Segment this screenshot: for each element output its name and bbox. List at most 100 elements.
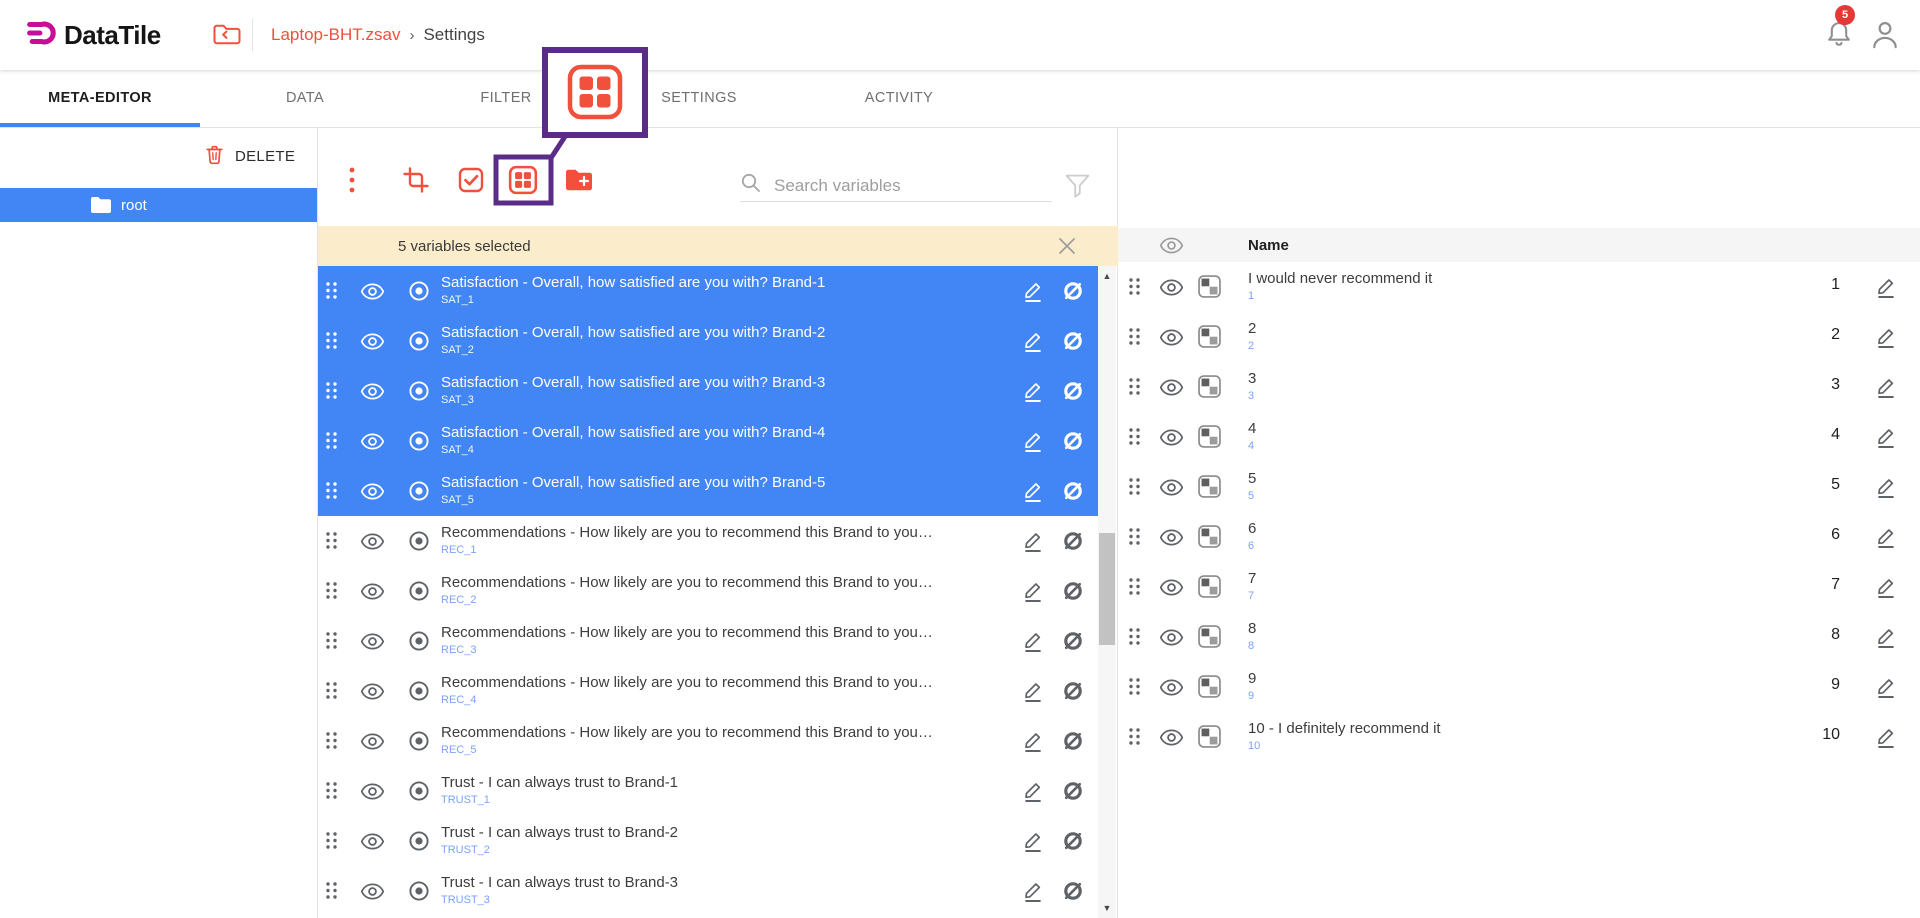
drag-handle-icon[interactable]: [325, 731, 338, 755]
edit-pencil-icon[interactable]: [1023, 880, 1043, 908]
answer-row[interactable]: 2 2 2: [1118, 312, 1920, 362]
not-used-slash-icon[interactable]: [1062, 730, 1084, 757]
answer-row[interactable]: 6 6 6: [1118, 512, 1920, 562]
variable-row[interactable]: Recommendations - How likely are you to …: [318, 616, 1098, 666]
select-checkbox-icon[interactable]: [457, 166, 485, 194]
drag-handle-icon[interactable]: [1128, 577, 1141, 601]
visibility-eye-icon[interactable]: [1159, 628, 1184, 652]
visibility-eye-icon[interactable]: [360, 682, 385, 706]
drag-handle-icon[interactable]: [325, 881, 338, 905]
user-profile-icon[interactable]: [1869, 18, 1901, 57]
visibility-eye-icon[interactable]: [360, 382, 385, 406]
not-used-slash-icon[interactable]: [1062, 630, 1084, 657]
variable-row[interactable]: Recommendations - How likely are you to …: [318, 666, 1098, 716]
drag-handle-icon[interactable]: [325, 531, 338, 555]
answer-row[interactable]: 5 5 5: [1118, 462, 1920, 512]
edit-pencil-icon[interactable]: [1023, 280, 1043, 308]
sidebar-item-root[interactable]: root: [0, 188, 317, 222]
filter-funnel-icon[interactable]: [1064, 172, 1091, 204]
edit-pencil-icon[interactable]: [1023, 580, 1043, 608]
answer-row[interactable]: 3 3 3: [1118, 362, 1920, 412]
answer-row[interactable]: 9 9 9: [1118, 662, 1920, 712]
tab-activity[interactable]: ACTIVITY: [865, 70, 933, 127]
breadcrumb-file[interactable]: Laptop-BHT.zsav: [271, 25, 400, 45]
answer-row[interactable]: 7 7 7: [1118, 562, 1920, 612]
visibility-eye-icon[interactable]: [360, 482, 385, 506]
scroll-down-arrow[interactable]: ▼: [1098, 900, 1116, 916]
edit-pencil-icon[interactable]: [1876, 576, 1896, 604]
tab-data[interactable]: DATA: [286, 70, 324, 127]
edit-pencil-icon[interactable]: [1023, 430, 1043, 458]
drag-handle-icon[interactable]: [325, 381, 338, 405]
visibility-eye-icon[interactable]: [360, 732, 385, 756]
drag-handle-icon[interactable]: [1128, 727, 1141, 751]
scroll-up-arrow[interactable]: ▲: [1098, 268, 1116, 284]
edit-pencil-icon[interactable]: [1876, 276, 1896, 304]
drag-handle-icon[interactable]: [1128, 627, 1141, 651]
not-used-slash-icon[interactable]: [1062, 530, 1084, 557]
edit-pencil-icon[interactable]: [1876, 726, 1896, 754]
tab-filter[interactable]: FILTER: [480, 70, 531, 127]
visibility-eye-icon[interactable]: [360, 282, 385, 306]
crop-icon[interactable]: [402, 166, 430, 194]
drag-handle-icon[interactable]: [1128, 527, 1141, 551]
variable-row[interactable]: Recommendations - How likely are you to …: [318, 566, 1098, 616]
not-used-slash-icon[interactable]: [1062, 580, 1084, 607]
drag-handle-icon[interactable]: [325, 631, 338, 655]
answer-row[interactable]: 10 - I definitely recommend it 10 10: [1118, 712, 1920, 762]
not-used-slash-icon[interactable]: [1062, 780, 1084, 807]
edit-pencil-icon[interactable]: [1876, 526, 1896, 554]
variable-row[interactable]: Trust - I can always trust to Brand-3 TR…: [318, 866, 1098, 916]
drag-handle-icon[interactable]: [325, 331, 338, 355]
visibility-eye-icon[interactable]: [1159, 278, 1184, 302]
edit-pencil-icon[interactable]: [1876, 676, 1896, 704]
visibility-eye-icon[interactable]: [360, 582, 385, 606]
visibility-eye-icon[interactable]: [1159, 528, 1184, 552]
variable-row[interactable]: Trust - I can always trust to Brand-1 TR…: [318, 766, 1098, 816]
visibility-eye-icon[interactable]: [360, 632, 385, 656]
edit-pencil-icon[interactable]: [1876, 326, 1896, 354]
edit-pencil-icon[interactable]: [1023, 330, 1043, 358]
drag-handle-icon[interactable]: [1128, 377, 1141, 401]
visibility-eye-icon[interactable]: [360, 782, 385, 806]
edit-pencil-icon[interactable]: [1023, 680, 1043, 708]
datatile-logo[interactable]: DataTile: [22, 16, 161, 55]
drag-handle-icon[interactable]: [325, 481, 338, 505]
drag-handle-icon[interactable]: [325, 831, 338, 855]
drag-handle-icon[interactable]: [1128, 477, 1141, 501]
answer-row[interactable]: 4 4 4: [1118, 412, 1920, 462]
edit-pencil-icon[interactable]: [1876, 426, 1896, 454]
visibility-eye-icon[interactable]: [360, 432, 385, 456]
variable-row[interactable]: Satisfaction - Overall, how satisfied ar…: [318, 266, 1098, 316]
not-used-slash-icon[interactable]: [1062, 880, 1084, 907]
drag-handle-icon[interactable]: [1128, 677, 1141, 701]
drag-handle-icon[interactable]: [1128, 277, 1141, 301]
variables-scrollbar[interactable]: ▲ ▼: [1098, 266, 1116, 918]
delete-button[interactable]: DELETE: [205, 143, 295, 170]
drag-handle-icon[interactable]: [325, 781, 338, 805]
add-folder-icon[interactable]: [564, 168, 594, 193]
edit-pencil-icon[interactable]: [1876, 626, 1896, 654]
visibility-eye-icon[interactable]: [1159, 236, 1184, 260]
drag-handle-icon[interactable]: [1128, 327, 1141, 351]
visibility-eye-icon[interactable]: [360, 332, 385, 356]
tab-settings[interactable]: SETTINGS: [661, 70, 737, 127]
not-used-slash-icon[interactable]: [1062, 330, 1084, 357]
visibility-eye-icon[interactable]: [1159, 478, 1184, 502]
visibility-eye-icon[interactable]: [1159, 428, 1184, 452]
tab-meta-editor[interactable]: META-EDITOR: [48, 70, 152, 127]
more-options-kebab-icon[interactable]: [348, 165, 356, 195]
edit-pencil-icon[interactable]: [1023, 730, 1043, 758]
edit-pencil-icon[interactable]: [1023, 530, 1043, 558]
answer-row[interactable]: 8 8 8: [1118, 612, 1920, 662]
back-to-files-folder-icon[interactable]: [212, 21, 242, 53]
not-used-slash-icon[interactable]: [1062, 480, 1084, 507]
visibility-eye-icon[interactable]: [1159, 578, 1184, 602]
not-used-slash-icon[interactable]: [1062, 830, 1084, 857]
search-input[interactable]: [774, 176, 1024, 196]
visibility-eye-icon[interactable]: [360, 882, 385, 906]
not-used-slash-icon[interactable]: [1062, 680, 1084, 707]
edit-pencil-icon[interactable]: [1876, 476, 1896, 504]
edit-pencil-icon[interactable]: [1023, 480, 1043, 508]
variable-row[interactable]: Satisfaction - Overall, how satisfied ar…: [318, 366, 1098, 416]
